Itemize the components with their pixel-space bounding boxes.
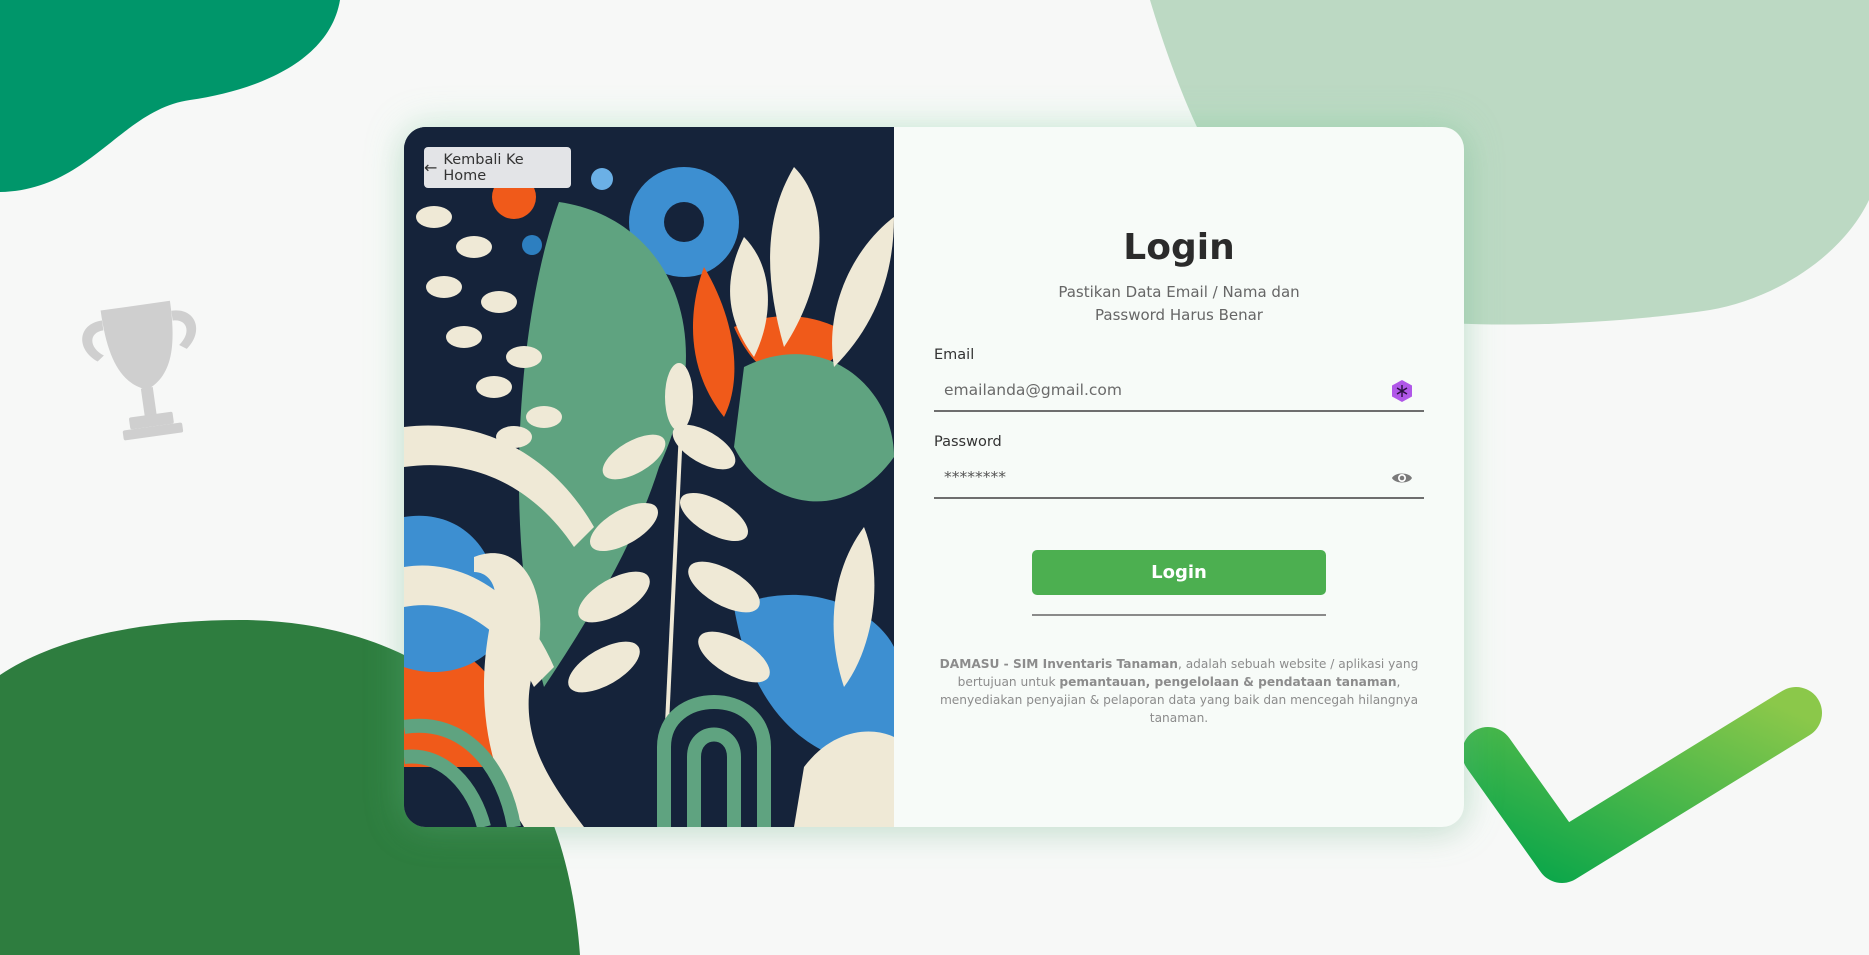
divider: [1032, 614, 1326, 616]
email-input[interactable]: [934, 372, 1364, 408]
password-field: [934, 459, 1424, 499]
botanical-illustration: ← Kembali Ke Home: [404, 127, 894, 827]
description-emphasis: pemantauan, pengelolaan & pendataan tana…: [1059, 675, 1397, 689]
trophy-icon: [82, 300, 197, 441]
decorative-blob-top-left: [0, 0, 340, 192]
email-label: Email: [934, 347, 975, 363]
app-description: DAMASU - SIM Inventaris Tanaman, adalah …: [934, 655, 1424, 727]
login-form: Login Pastikan Data Email / Nama dan Pas…: [894, 127, 1464, 827]
login-card: ← Kembali Ke Home Login Pastikan Data Em…: [404, 127, 1464, 827]
back-to-home-label: Kembali Ke Home: [443, 151, 524, 184]
app-name: DAMASU - SIM Inventaris Tanaman: [939, 657, 1178, 671]
password-label: Password: [934, 434, 1002, 450]
password-input[interactable]: [934, 459, 1364, 495]
eye-icon[interactable]: [1390, 466, 1414, 490]
email-field: [934, 372, 1424, 412]
page-subtitle: Pastikan Data Email / Nama dan Password …: [1058, 283, 1300, 324]
checkmark-icon: [1462, 687, 1822, 883]
page-title: Login: [1123, 227, 1235, 268]
leaf-artwork: [404, 127, 894, 827]
back-to-home-button[interactable]: ← Kembali Ke Home: [424, 147, 571, 188]
arrow-left-icon: ←: [424, 158, 438, 177]
extension-badge-icon[interactable]: [1390, 379, 1414, 403]
login-button[interactable]: Login: [1032, 550, 1326, 595]
